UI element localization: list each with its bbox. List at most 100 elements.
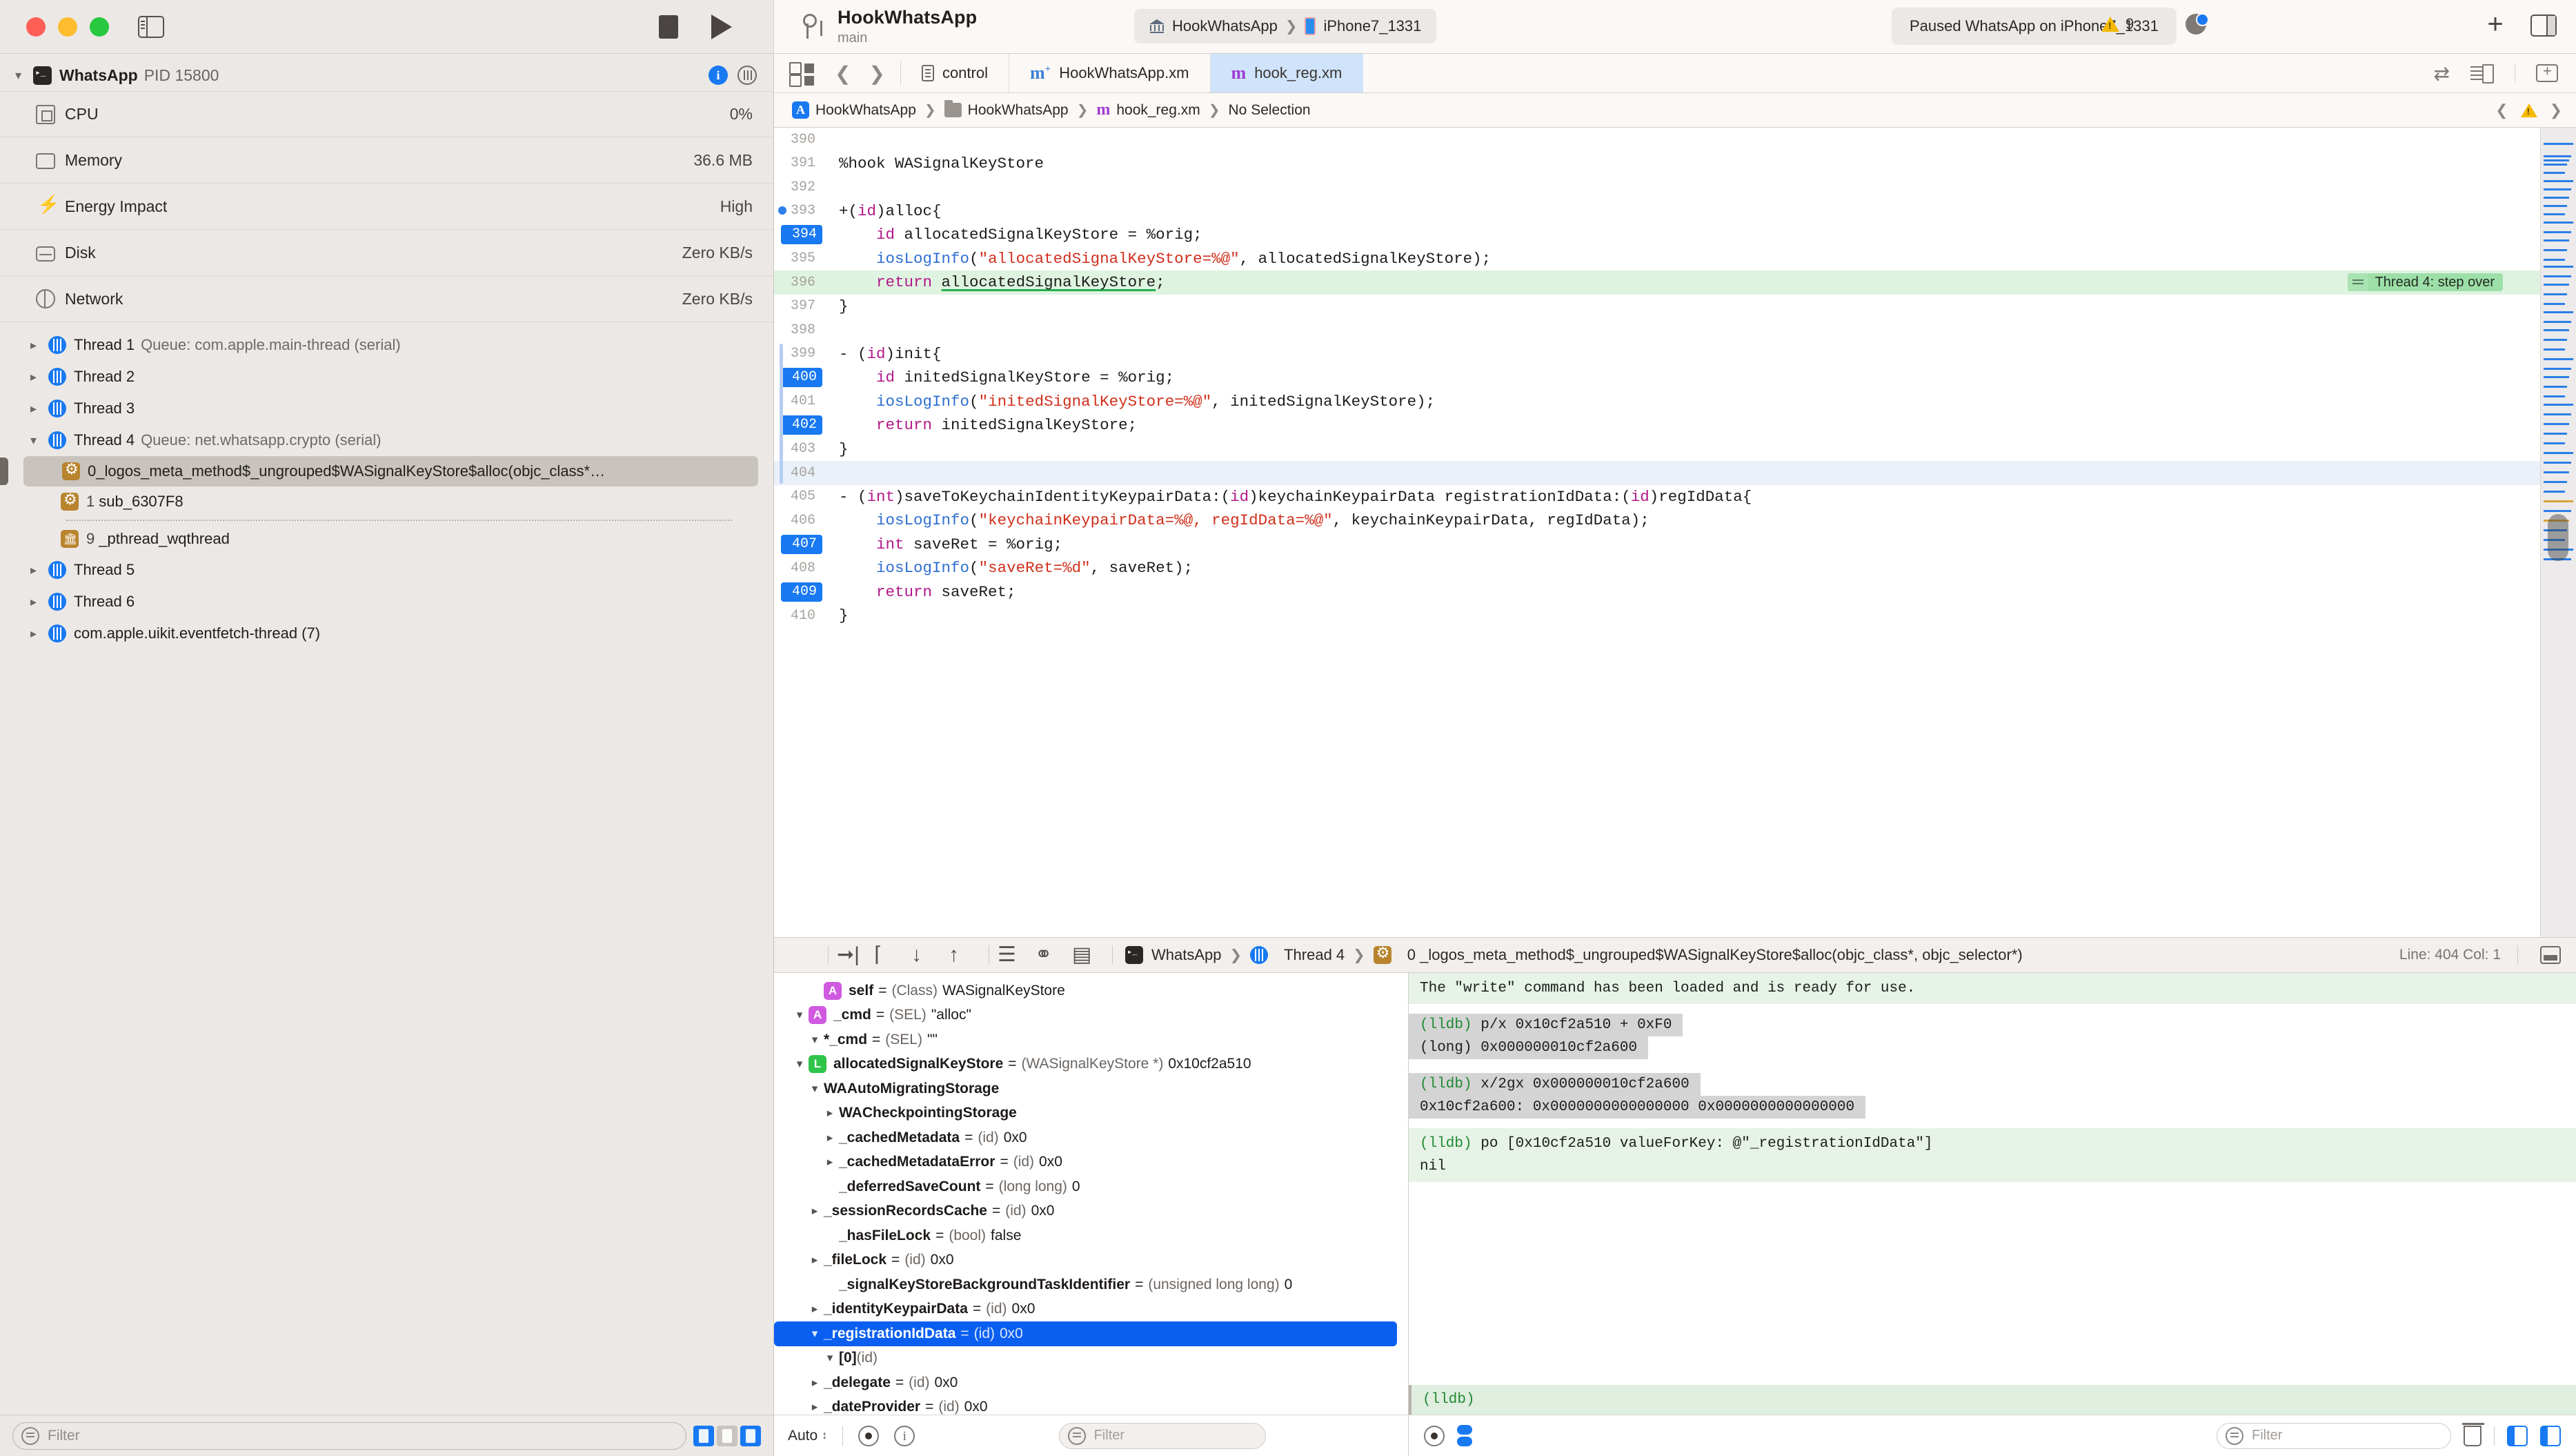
step-over-2-button[interactable]: ⌈ [874,943,902,967]
code-line[interactable]: 395 iosLogInfo("allocatedSignalKeyStore=… [774,247,2540,271]
line-number[interactable]: 396 [774,275,822,291]
step-out-button[interactable]: ↑ [949,943,976,967]
editor-minimap[interactable] [2540,128,2576,937]
variable-row[interactable]: _signalKeyStoreBackgroundTaskIdentifier =… [774,1272,1408,1297]
editor-history-nav[interactable]: ❮ ❯ [820,54,900,92]
disclosure-icon[interactable] [806,1204,824,1218]
info-icon[interactable]: i [894,1425,915,1446]
disclosure-icon[interactable] [821,1155,839,1169]
forward-icon[interactable]: ❯ [869,62,884,85]
line-number[interactable]: 408 [774,560,822,576]
drag-handle-icon[interactable] [2347,273,2368,291]
console-filter-input[interactable]: Filter [2217,1422,2451,1449]
navigator-filter-input[interactable]: Filter [12,1421,686,1450]
breakpoint-gutter[interactable]: 407 [781,534,822,554]
toggle-debug-area-icon[interactable] [2540,946,2561,964]
variable-row[interactable]: _identityKeypairData=(id)0x0 [774,1297,1408,1322]
editor-tab-control[interactable]: control [901,54,1009,92]
code-line[interactable]: 403} [774,437,2540,462]
breakpoint-gutter[interactable]: 394 [781,225,822,245]
minimap-toggle-icon[interactable] [2470,64,2494,83]
thread-row[interactable]: com.apple.uikit.eventfetch-thread (7) [0,618,773,649]
breadcrumb-item-folder[interactable]: HookWhatsApp [944,100,1069,119]
code-line[interactable]: 393 +(id)alloc{ [774,199,2540,224]
disclosure-icon[interactable] [30,627,48,641]
breakpoint-gutter[interactable]: 409 [781,582,822,602]
disclosure-icon[interactable] [15,68,33,83]
variable-row[interactable]: *_cmd=(SEL) "" [774,1027,1408,1052]
variables-filter-input[interactable]: Filter [1058,1422,1266,1449]
debug-navigator-list[interactable]: WhatsApp PID 15800 i CPU 0% M [0,54,773,1415]
variable-row[interactable]: _fileLock=(id)0x0 [774,1248,1408,1273]
back-icon[interactable]: ❮ [835,62,851,85]
step-over-button[interactable]: ➞| [837,943,864,967]
code-line[interactable]: 407 int saveRet = %orig; [774,533,2540,557]
thread-row[interactable]: Thread 5 [0,554,773,586]
disclosure-icon[interactable] [30,595,48,609]
disclosure-icon[interactable] [821,1106,839,1120]
line-number[interactable]: 406 [774,513,822,529]
code-line[interactable]: 392 [774,175,2540,199]
run-button[interactable] [711,14,732,39]
breakpoint-gutter[interactable]: 402 [781,415,822,435]
thread-row-expanded[interactable]: Thread 4 Queue: net.whatsapp.crypto (ser… [0,424,773,456]
disclosure-icon[interactable] [806,1033,824,1047]
thread-row[interactable]: Thread 1 Queue: com.apple.main-thread (s… [0,329,773,361]
code-line[interactable]: 390 [774,128,2540,152]
variable-row[interactable]: WACheckpointingStorage [774,1101,1408,1126]
line-number[interactable]: 395 [774,250,822,266]
code-line[interactable]: 404 [774,461,2540,485]
add-editor-icon[interactable] [2536,62,2558,82]
debug-crumb-thread[interactable]: Thread 4 [1284,946,1345,964]
step-into-button[interactable]: ↓ [911,943,939,967]
disclosure-icon[interactable] [791,1008,809,1022]
gauge-row-disk[interactable]: Disk Zero KB/s [0,230,773,276]
debug-gauge-icon[interactable] [2186,13,2209,35]
info-badge-icon[interactable]: i [709,66,728,85]
breakpoint-gutter[interactable]: 400 [781,368,822,388]
swap-editor-icon[interactable]: ⇄ [2434,62,2450,85]
variables-tree[interactable]: Aself=(Class)WASignalKeyStoreA_cmd=(SEL)… [774,973,1408,1415]
editor-tab-hookwhatsapp-xm[interactable]: m+ HookWhatsApp.xm [1009,54,1211,92]
continue-button[interactable] [788,943,815,967]
toggle-inspector-icon[interactable] [2530,14,2557,37]
issues-indicator[interactable]: 9 [2101,15,2134,33]
stack-frame-row-selected[interactable]: 0 _logos_meta_method$_ungrouped$WASignal… [23,456,758,486]
line-number[interactable]: 392 [774,179,822,195]
variables-scope-select[interactable]: Auto ↕ [788,1428,827,1444]
scheme-destination-selector[interactable]: HookWhatsApp ❯ iPhone7_1331 [1134,9,1437,43]
thread-row[interactable]: Thread 2 [0,361,773,393]
gauge-row-memory[interactable]: Memory 36.6 MB [0,137,773,184]
variable-row[interactable]: [0](id) [774,1346,1408,1371]
line-number[interactable]: 398 [774,322,822,338]
variable-row[interactable]: _cachedMetadata= (id)0x0 [774,1125,1408,1150]
gauge-row-energy[interactable]: Energy Impact High [0,184,773,230]
stop-button[interactable] [659,14,678,39]
variable-row[interactable]: LallocatedSignalKeyStore=(WASignalKeySto… [774,1052,1408,1077]
disclosure-icon[interactable] [30,563,48,578]
variable-row[interactable]: WAAutoMigratingStorage [774,1076,1408,1101]
console-scope-toggle[interactable] [1457,1425,1472,1446]
disclosure-icon[interactable] [806,1376,824,1390]
thread-row[interactable]: Thread 3 [0,393,773,424]
variable-row[interactable]: _dateProvider=(id)0x0 [774,1395,1408,1415]
variable-row-selected[interactable]: _registrationIdData=(id) 0x0 [774,1321,1397,1346]
thread-row[interactable]: Thread 6 [0,586,773,618]
line-number[interactable]: 405 [774,489,822,504]
disclosure-icon[interactable] [791,1057,809,1071]
code-line[interactable]: 406 iosLogInfo("keychainKeypairData=%@, … [774,509,2540,533]
console-prompt-line[interactable]: (lldb) [1409,1385,2576,1415]
variable-row[interactable]: Aself = (Class) WASignalKeyStore [774,978,1408,1003]
filter-threads-button[interactable] [717,1425,737,1446]
disclosure-icon[interactable] [30,433,48,448]
code-line[interactable]: 391 %hook WASignalKeyStore [774,152,2540,176]
environment-overrides-button[interactable]: ▤ [1072,943,1100,967]
variable-row[interactable]: _delegate= (id)0x0 [774,1370,1408,1395]
debug-view-hierarchy-button[interactable]: ☰ [998,943,1025,967]
editor-options-icon[interactable] [788,62,820,92]
close-window-button[interactable] [26,17,46,37]
source-code-area[interactable]: 390 391 %hook WASignalKeyStore 392 393 +(id)a… [774,128,2540,937]
filter-queues-button[interactable] [740,1425,761,1446]
debug-crumb-frame[interactable]: 0 _logos_meta_method$_ungrouped$WASignal… [1407,946,2023,964]
add-editor-button[interactable]: + [2484,10,2507,38]
